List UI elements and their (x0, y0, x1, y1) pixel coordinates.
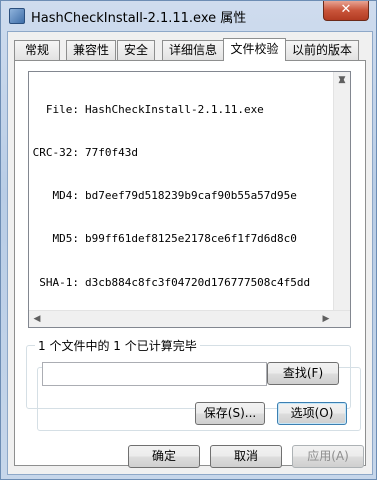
cancel-button[interactable]: 取消 (210, 445, 282, 468)
vertical-scrollbar[interactable]: ▲ ▼ (333, 72, 350, 311)
close-button[interactable]: ✕ (323, 1, 369, 21)
ok-button[interactable]: 确定 (128, 445, 200, 468)
hash-row-file: File: HashCheckInstall-2.1.11.exe (45, 102, 264, 116)
hash-list: File: HashCheckInstall-2.1.11.exe CRC-32:… (29, 74, 350, 319)
scroll-right-icon[interactable]: ▶ (318, 311, 334, 327)
file-icon (9, 8, 25, 24)
tab-general[interactable]: 常规 (14, 40, 60, 60)
tab-compatibility[interactable]: 兼容性 (66, 40, 116, 60)
hash-row-md5: MD5: b99ff61def8125e2178ce6f1f7d6d8c0 (52, 232, 297, 246)
hash-row-md4: MD4: bd7eef79d518239b9caf90b55a57d95e (52, 189, 297, 203)
tab-security[interactable]: 安全 (117, 40, 155, 60)
tab-file-checksum[interactable]: 文件校验 (223, 38, 286, 61)
tab-previous-versions[interactable]: 以前的版本 (285, 40, 359, 60)
status-groupbox: 1 个文件中的 1 个已计算完毕 查找(F) (26, 337, 351, 409)
scroll-left-icon[interactable]: ◀ (29, 311, 45, 327)
window-title: HashCheckInstall-2.1.11.exe 属性 (31, 11, 247, 26)
search-input[interactable] (42, 362, 267, 386)
hash-row-crc32: CRC-32: 77f0f43d (32, 146, 138, 160)
title-bar[interactable]: HashCheckInstall-2.1.11.exe 属性 ✕ (1, 1, 376, 29)
options-button[interactable]: 选项(O) (277, 402, 347, 425)
save-button[interactable]: 保存(S)... (195, 402, 265, 425)
tab-details[interactable]: 详细信息 (162, 40, 224, 60)
apply-button[interactable]: 应用(A) (292, 445, 364, 468)
status-label: 1 个文件中的 1 个已计算完毕 (35, 337, 200, 354)
horizontal-scrollbar[interactable]: ◀ ▶ (29, 310, 350, 327)
hash-results-box[interactable]: File: HashCheckInstall-2.1.11.exe CRC-32:… (28, 71, 351, 328)
hash-row-sha1: SHA-1: d3cb884c8fc3f04720d176777508c4f5dd (39, 275, 311, 289)
find-button[interactable]: 查找(F) (267, 362, 339, 385)
scroll-down-icon[interactable]: ▼ (334, 72, 350, 88)
